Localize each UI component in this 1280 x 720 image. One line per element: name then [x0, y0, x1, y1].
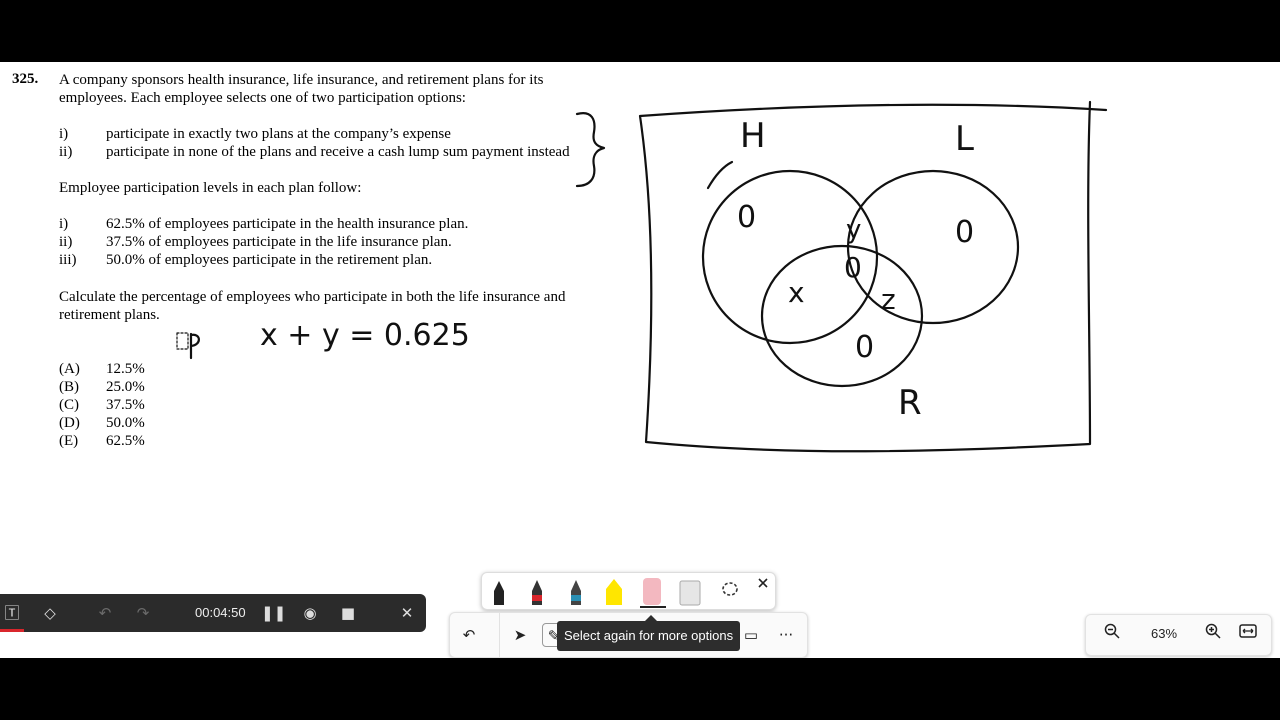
- zoom-bar: 63%: [1085, 614, 1272, 656]
- recording-timer: 00:04:50: [195, 605, 246, 620]
- ink-circle-h-tail: [706, 160, 734, 190]
- ink-p-mark: [189, 332, 200, 360]
- ink-brace: [575, 112, 606, 188]
- ink-circle-l: [846, 169, 1020, 325]
- zoom-in-icon[interactable]: [1201, 623, 1225, 647]
- teal-pen-icon[interactable]: [571, 580, 581, 605]
- ink-label-h: H: [740, 116, 766, 156]
- text-tool-icon[interactable]: 🅃: [2, 603, 22, 623]
- palette-close-icon[interactable]: [758, 578, 768, 588]
- fit-width-icon[interactable]: [1236, 623, 1260, 647]
- toolbar-divider: [499, 613, 500, 657]
- red-pen-icon[interactable]: [532, 580, 542, 605]
- lasso-icon[interactable]: [722, 582, 738, 596]
- ink-annotations: x + y = 0.625 H L R 0 0 0 y 0 x z: [176, 100, 1108, 453]
- ink-region-h-only: 0: [737, 200, 756, 235]
- select-tool-icon[interactable]: ➤: [508, 623, 532, 647]
- ink-region-hl: y: [846, 215, 861, 245]
- ink-lasso-mark: [176, 332, 189, 350]
- pen-palette: [481, 572, 776, 610]
- pause-icon[interactable]: ❚❚: [261, 603, 286, 623]
- undo-button[interactable]: ↶: [457, 623, 481, 647]
- zoom-out-icon[interactable]: [1100, 623, 1124, 647]
- undo-icon[interactable]: ↶: [95, 603, 115, 623]
- recording-bar: 🅃 ◇ ↶ ↷ 00:04:50 ❚❚ ◉ ■ ✕: [0, 594, 426, 632]
- highlighter-icon[interactable]: [606, 579, 622, 605]
- document-page: 325. A company sponsors health insurance…: [0, 62, 1280, 658]
- eraser-icon[interactable]: ◇: [40, 603, 60, 623]
- zoom-level: 63%: [1150, 626, 1178, 641]
- close-icon[interactable]: ✕: [397, 603, 417, 623]
- ink-region-center: 0: [844, 251, 862, 284]
- ink-label-l: L: [955, 119, 974, 159]
- recording-progress: [0, 629, 24, 632]
- ink-equation: x + y = 0.625: [260, 318, 470, 353]
- eraser-pen-icon[interactable]: [640, 578, 666, 608]
- ink-region-l-only: 0: [955, 215, 974, 250]
- ink-region-hr: x: [788, 276, 805, 309]
- shape-tool-icon[interactable]: ▭: [739, 623, 763, 647]
- ink-universe-box: [638, 100, 1108, 453]
- black-pen-icon[interactable]: [494, 581, 504, 605]
- ruler-icon[interactable]: [679, 580, 701, 606]
- stop-icon[interactable]: ■: [338, 603, 358, 623]
- tooltip: Select again for more options: [557, 615, 741, 651]
- ink-region-lr: z: [881, 283, 896, 316]
- ink-region-r-only: 0: [855, 330, 874, 365]
- ink-label-r: R: [898, 383, 922, 423]
- camera-icon[interactable]: ◉: [300, 603, 320, 623]
- more-options-button[interactable]: ···: [774, 623, 798, 647]
- redo-icon[interactable]: ↷: [133, 603, 153, 623]
